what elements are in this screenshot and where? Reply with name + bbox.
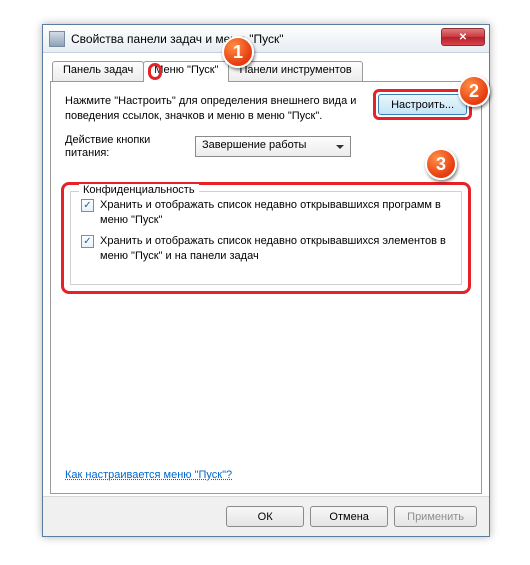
power-action-row: Действие кнопки питания: Завершение рабо… <box>65 134 467 160</box>
privacy-label-2: Хранить и отображать список недавно откр… <box>100 234 451 264</box>
power-action-combo[interactable]: Завершение работы <box>195 136 351 157</box>
tab-taskbar[interactable]: Панель задач <box>52 61 144 81</box>
privacy-label-1: Хранить и отображать список недавно откр… <box>100 198 451 228</box>
dialog-footer: ОК Отмена Применить <box>43 496 489 536</box>
privacy-groupbox: Конфиденциальность ✓ Хранить и отображат… <box>70 191 462 285</box>
power-action-value: Завершение работы <box>202 139 306 151</box>
power-action-label: Действие кнопки питания: <box>65 134 183 160</box>
help-link[interactable]: Как настраивается меню "Пуск"? <box>65 469 232 481</box>
privacy-option-2-row: ✓ Хранить и отображать список недавно от… <box>71 228 461 264</box>
tab-taskbar-label: Панель задач <box>63 64 133 76</box>
tab-page-start-menu: Нажмите "Настроить" для определения внеш… <box>50 81 482 494</box>
privacy-checkbox-1[interactable]: ✓ <box>81 199 94 212</box>
close-icon: ✕ <box>459 32 467 43</box>
annotation-marker-2: 2 <box>458 75 490 107</box>
annotation-highlight-privacy: Конфиденциальность ✓ Хранить и отображат… <box>61 182 471 294</box>
customize-button[interactable]: Настроить... <box>378 94 467 115</box>
tab-bar: Панель задач Меню "Пуск" Панели инструме… <box>50 60 482 81</box>
close-button[interactable]: ✕ <box>441 28 485 46</box>
tab-start-menu-label: Меню "Пуск" <box>154 64 218 76</box>
annotation-marker-3: 3 <box>425 148 457 180</box>
properties-dialog: Свойства панели задач и меню "Пуск" ✕ Па… <box>42 24 490 537</box>
tab-start-menu[interactable]: Меню "Пуск" <box>143 61 229 82</box>
client-area: Панель задач Меню "Пуск" Панели инструме… <box>50 60 482 494</box>
customize-description: Нажмите "Настроить" для определения внеш… <box>65 94 368 124</box>
privacy-option-1-row: ✓ Хранить и отображать список недавно от… <box>71 192 461 228</box>
apply-button: Применить <box>394 506 477 527</box>
privacy-checkbox-2[interactable]: ✓ <box>81 235 94 248</box>
cancel-button[interactable]: Отмена <box>310 506 388 527</box>
titlebar: Свойства панели задач и меню "Пуск" ✕ <box>43 25 489 53</box>
privacy-group-title: Конфиденциальность <box>79 184 199 196</box>
window-icon <box>49 31 65 47</box>
customize-row: Нажмите "Настроить" для определения внеш… <box>65 94 467 124</box>
customize-button-wrap: Настроить... <box>378 94 467 115</box>
ok-button[interactable]: ОК <box>226 506 304 527</box>
tab-toolbars-label: Панели инструментов <box>239 64 351 76</box>
annotation-marker-1: 1 <box>222 36 254 68</box>
